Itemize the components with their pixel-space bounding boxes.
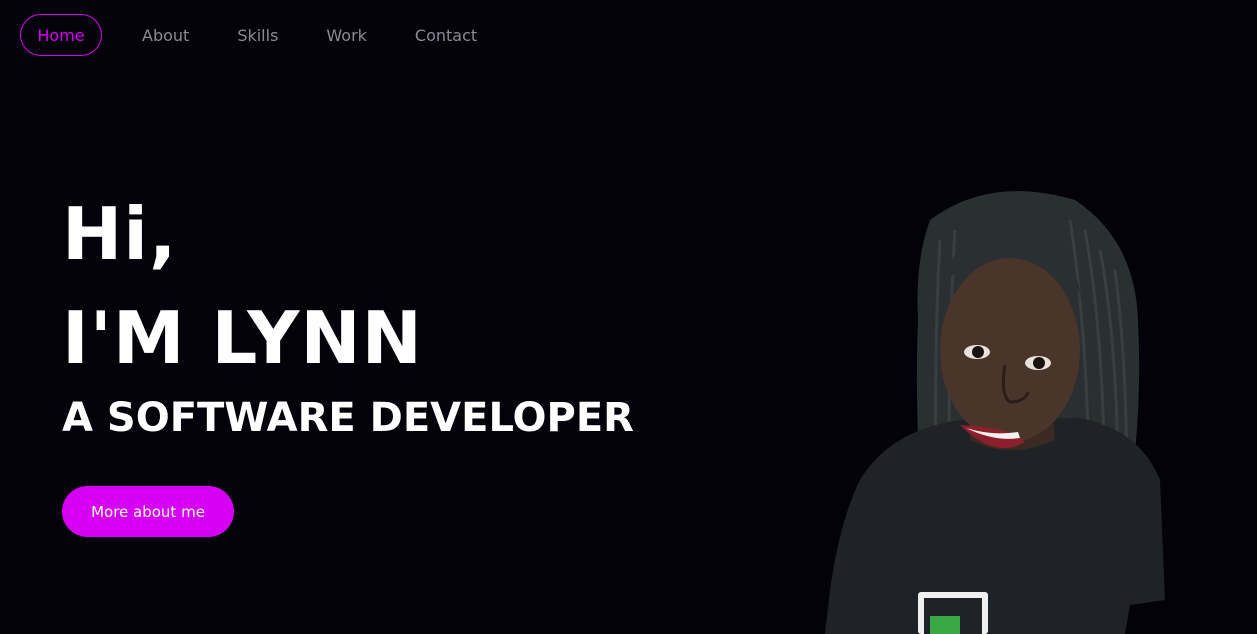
nav-skills-link[interactable]: Skills xyxy=(237,15,278,55)
main-nav: Home About Skills Work Contact xyxy=(20,14,477,56)
hero-name: I'M LYNN xyxy=(62,296,423,380)
nav-contact-link[interactable]: Contact xyxy=(415,15,477,55)
hero-role: A SOFTWARE DEVELOPER xyxy=(62,395,634,441)
nav-work-link[interactable]: Work xyxy=(326,15,367,55)
portrait-face xyxy=(940,258,1080,442)
nav-about-link[interactable]: About xyxy=(142,15,189,55)
more-about-me-button[interactable]: More about me xyxy=(62,486,234,537)
portrait-photo xyxy=(825,191,1165,634)
nav-home-link[interactable]: Home xyxy=(20,14,102,56)
portrait-shirt xyxy=(825,418,1165,634)
hero-greeting: Hi, xyxy=(62,192,178,276)
page: Home About Skills Work Contact Hi, I'M L… xyxy=(0,0,1257,634)
